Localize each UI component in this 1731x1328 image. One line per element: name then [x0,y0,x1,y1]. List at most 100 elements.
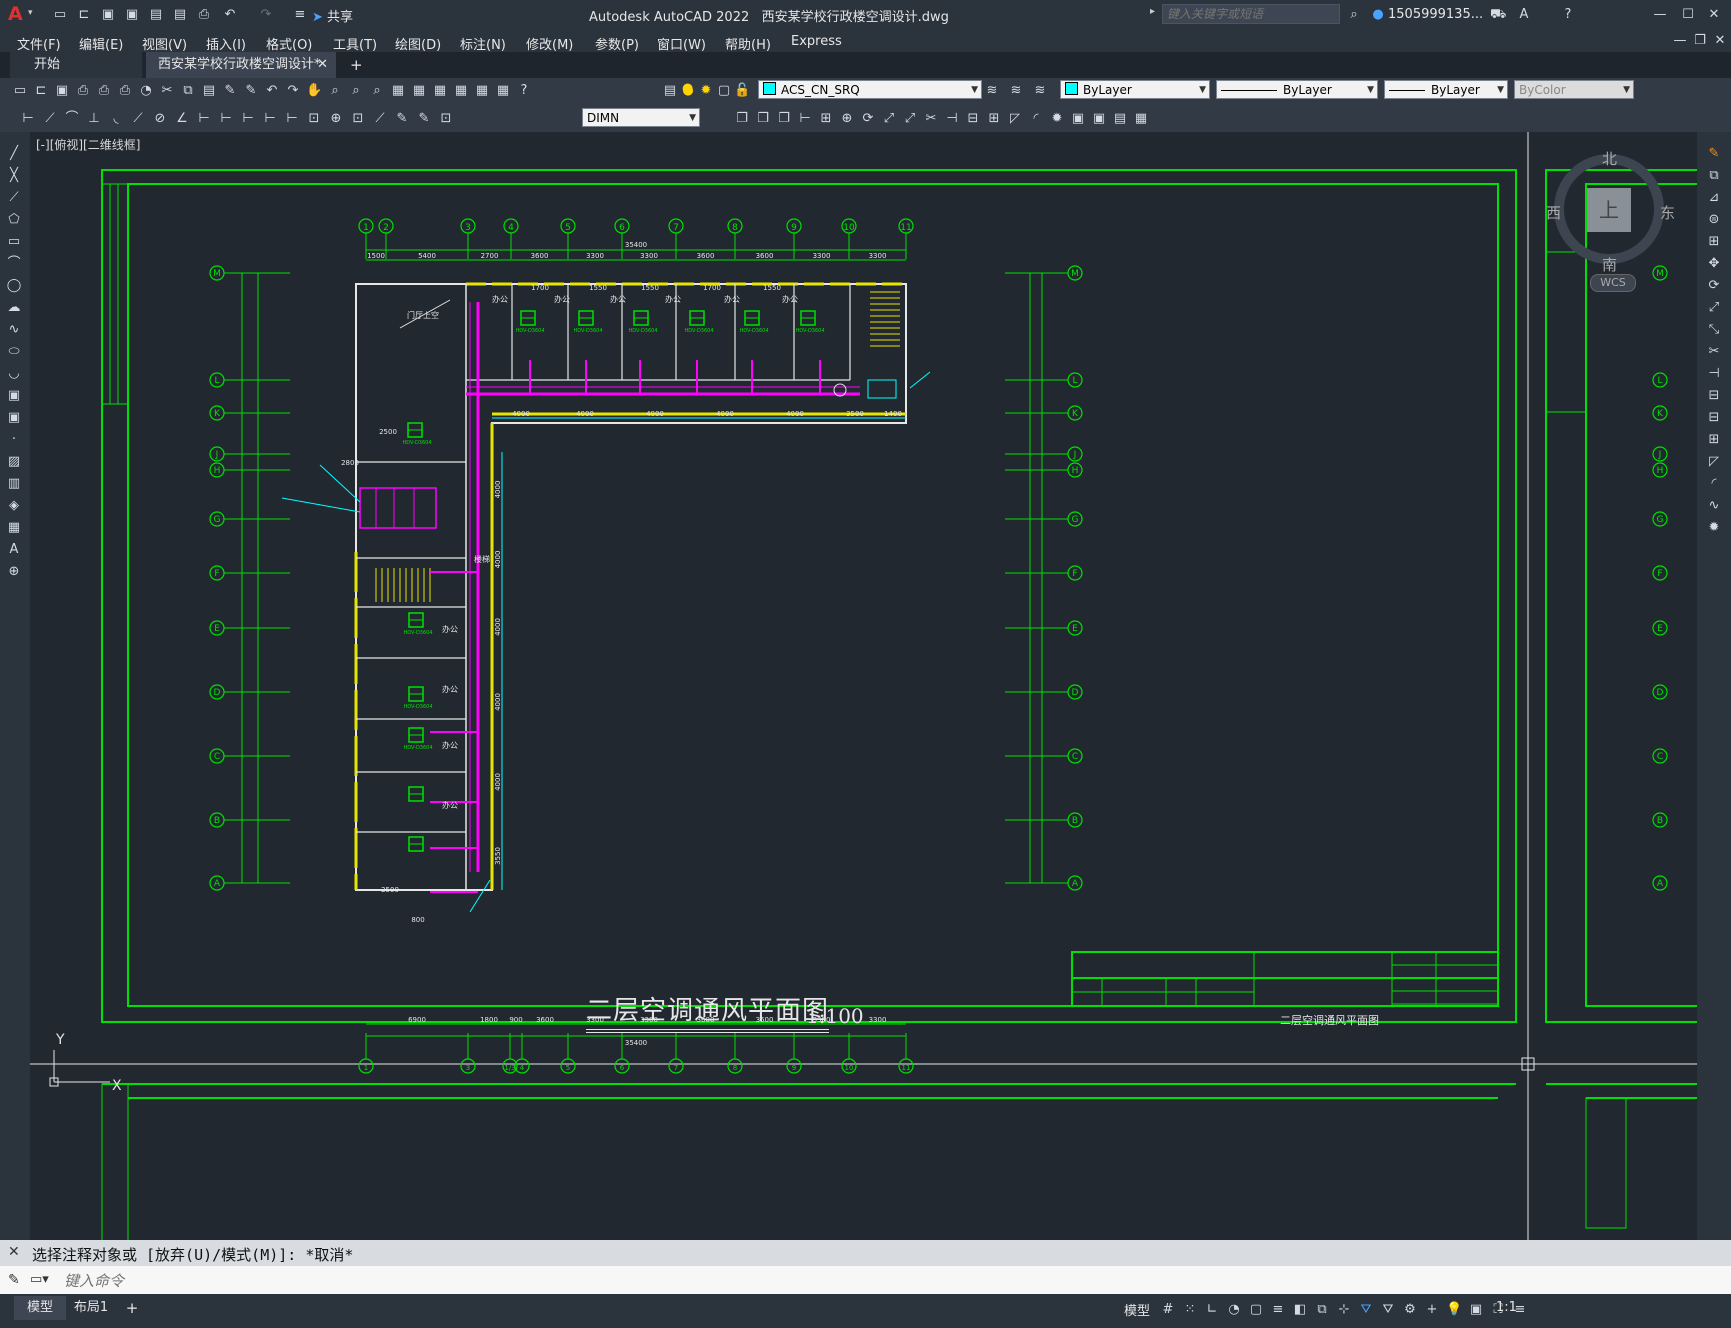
insert-icon[interactable]: ▣ [1091,111,1107,127]
make-current-icon[interactable]: ≋ [984,83,1000,99]
osnap-icon[interactable]: ▢ [1248,1302,1264,1318]
ellipse-arc-icon[interactable]: ◡ [6,366,22,382]
maximize-icon[interactable]: ☐ [1680,7,1696,23]
redo-icon[interactable]: ↷ [258,7,274,23]
layer-properties-icon[interactable]: ▤ [662,83,678,99]
dim-diameter-icon[interactable]: ⊘ [152,111,168,127]
arc-icon[interactable]: ⌒ [6,256,22,272]
open-icon[interactable]: ⊏ [33,83,49,99]
viewport-label[interactable]: [-][俯视][二维线框] [36,136,140,153]
explode-icon[interactable]: ✹ [1049,111,1065,127]
hatch-icon[interactable]: ▨ [6,454,22,470]
spline-icon[interactable]: ∿ [6,322,22,338]
rectangle-icon[interactable]: ▭ [6,234,22,250]
snap-icon[interactable]: ⁙ [1182,1302,1198,1318]
cloud-icon[interactable]: ❐ [734,111,750,127]
point-icon[interactable]: · [6,432,22,448]
join-icon[interactable]: ⊞ [1706,432,1722,448]
add-layout-button[interactable]: + [122,1296,142,1320]
3d-print-icon[interactable]: ◔ [138,83,154,99]
offset-icon[interactable]: ⊢ [797,111,813,127]
open-file-icon[interactable]: ⊏ [76,7,92,23]
break-icon[interactable]: ⊟ [1706,410,1722,426]
chamfer-icon[interactable]: ◸ [1706,454,1722,470]
wblock-icon[interactable]: ▣ [1070,111,1086,127]
color-dropdown[interactable]: ByLayer ▼ [1060,80,1210,99]
tab-layout1[interactable]: 布局1 [66,1296,116,1320]
layer-state-icon[interactable]: ● [682,81,698,97]
fillet-icon[interactable]: ◜ [1706,476,1722,492]
trim-icon[interactable]: ✂ [923,111,939,127]
cart-icon[interactable]: ⛟ [1490,7,1506,23]
break-icon[interactable]: ⊟ [965,111,981,127]
tab-active-drawing[interactable]: 西安某学校行政楼空调设计* ✕ [146,52,336,78]
zoom-window-icon[interactable]: ⌕ [348,83,364,99]
undo-icon[interactable]: ↶ [222,7,238,23]
menu-help[interactable]: 帮助(H) [725,34,771,53]
join-icon[interactable]: ⊞ [986,111,1002,127]
ellipse-icon[interactable]: ⬭ [6,344,22,360]
menu-modify[interactable]: 修改(M) [526,34,573,53]
mirror-icon[interactable]: ⊿ [1706,190,1722,206]
polyline-icon[interactable]: ⟋ [6,190,22,206]
line-icon[interactable]: ╱ [6,146,22,162]
open-web-icon[interactable]: ▤ [148,7,164,23]
extend-icon[interactable]: ⊣ [944,111,960,127]
make-block-icon[interactable]: ▣ [6,410,22,426]
cut-icon[interactable]: ✂ [159,83,175,99]
user-name[interactable]: 1505999135... [1388,7,1483,22]
drawing-canvas[interactable]: 1 2 3 4 5 6 7 8 9 10 11 35400 1500 5400 2700 3600 3300 33… [30,132,1697,1240]
command-close-icon[interactable]: ✕ [8,1244,20,1260]
xline-icon[interactable]: ╳ [6,168,22,184]
plot-preview-icon[interactable]: ⎙ [96,83,112,99]
drawing-title[interactable]: 二层空调通风平面图 [586,990,830,1033]
circle-icon[interactable]: ◯ [6,278,22,294]
help-icon[interactable]: ? [1560,7,1576,23]
extend-icon[interactable]: ⊣ [1706,366,1722,382]
properties-icon[interactable]: ▦ [390,83,406,99]
dim-baseline-icon[interactable]: ⊢ [218,111,234,127]
erase-icon[interactable]: ✎ [1706,146,1722,162]
paste-icon[interactable]: ▤ [201,83,217,99]
layer-previous-icon[interactable]: ≋ [1008,83,1024,99]
table-icon[interactable]: ▦ [6,520,22,536]
match-prop-icon[interactable]: ✎ [222,83,238,99]
zoom-realtime-icon[interactable]: ⌕ [327,83,343,99]
dim-linear-icon[interactable]: ⊢ [20,111,36,127]
menu-parametric[interactable]: 参数(P) [595,34,639,53]
save-icon[interactable]: ▣ [100,7,116,23]
break-at-point-icon[interactable]: ⊟ [1706,388,1722,404]
rotate-icon[interactable]: ⟳ [1706,278,1722,294]
layer-iso-icon[interactable]: ▢ [716,83,732,99]
gradient-icon[interactable]: ▥ [6,476,22,492]
lineweight-dropdown[interactable]: ByLayer ▼ [1384,80,1508,99]
fillet-icon[interactable]: ◜ [1028,111,1044,127]
hardware-accel-icon[interactable]: ▣ [1468,1302,1484,1318]
menu-dimension[interactable]: 标注(N) [460,34,506,53]
pan-icon[interactable]: ✋ [306,83,322,99]
dim-break-icon[interactable]: ⊢ [284,111,300,127]
drawing-scale[interactable]: 1:100 [806,1004,864,1028]
layer-state-manager-icon[interactable]: ≋ [1032,83,1048,99]
titleblock-drawing-name[interactable]: 二层空调通风平面图 [1280,1012,1379,1028]
dimstyle-dropdown[interactable]: DIMN ▼ [582,108,700,127]
offset-icon[interactable]: ⊜ [1706,212,1722,228]
close-icon[interactable]: ✕ [1706,7,1722,23]
search-input[interactable] [1162,4,1340,24]
layer-freeze-icon[interactable]: ✹ [698,83,714,99]
doc-minimize-icon[interactable]: — [1672,33,1688,49]
selection-cycling-icon[interactable]: ⧉ [1314,1302,1330,1318]
save-web-icon[interactable]: ▤ [172,7,188,23]
jogged-linear-icon[interactable]: ⟋ [372,111,388,127]
annotation-monitor-icon[interactable]: + [1424,1302,1440,1318]
menu-view[interactable]: 视图(V) [142,34,187,53]
center-mark-icon[interactable]: ⊕ [328,111,344,127]
new-tab-button[interactable]: + [350,52,370,78]
recent-commands-icon[interactable]: ▭▾ [30,1272,49,1287]
insert-block-icon[interactable]: ▣ [6,388,22,404]
add-selected-icon[interactable]: ⊕ [6,564,22,580]
menu-tools[interactable]: 工具(T) [333,34,377,53]
array-icon[interactable]: ⊞ [818,111,834,127]
block-editor-icon[interactable]: ✎ [243,83,259,99]
save-as-icon[interactable]: ▣ [124,7,140,23]
